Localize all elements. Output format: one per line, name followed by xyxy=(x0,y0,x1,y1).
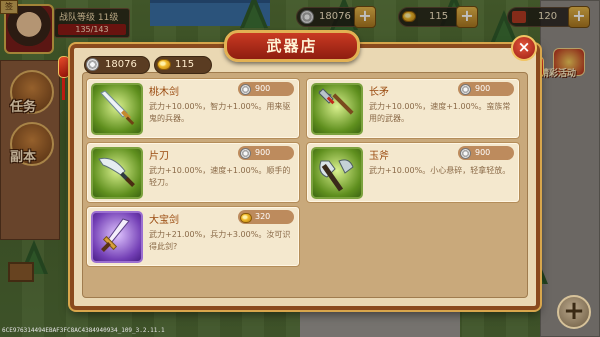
silver-coin-icon xyxy=(460,148,471,159)
gold-ingot-icon xyxy=(157,59,171,70)
silver-coin-icon xyxy=(86,58,99,71)
item-name: 玉斧 xyxy=(369,151,389,162)
jade-axe-icon xyxy=(311,147,363,199)
item-price-value: 900 xyxy=(475,148,491,157)
silver-coin-icon xyxy=(240,84,251,95)
shop-gold-amount: 115 xyxy=(175,59,195,70)
item-description: 武力+10.00%。小心悬碎，轻拿轻放。 xyxy=(369,166,511,175)
great-sword-icon xyxy=(91,211,143,263)
item-description: 武力+10.00%，速度+1.00%。蛮族常用的武器。 xyxy=(369,102,511,123)
wooden-sword-icon xyxy=(91,83,143,135)
item-price-value: 320 xyxy=(255,212,271,221)
silver-coin-icon xyxy=(460,84,471,95)
broadsword-icon xyxy=(91,147,143,199)
shop-silver-amount: 18076 xyxy=(105,59,137,70)
weapon-shop-dialog: 18076 115 桃木剑 900 武力+10.00%，智力+1.00%。用来驱… xyxy=(70,44,540,310)
item-price: 900 xyxy=(238,146,294,160)
silver-coin-icon xyxy=(240,148,251,159)
shop-gold-balance: 115 xyxy=(154,56,212,74)
tassel-left xyxy=(62,78,65,100)
spear-icon xyxy=(311,83,363,135)
item-price: 900 xyxy=(238,82,294,96)
expand-menu-button[interactable]: + xyxy=(557,295,591,329)
item-price: 320 xyxy=(238,210,294,224)
weapon-card-spear[interactable]: 长矛 900 武力+10.00%，速度+1.00%。蛮族常用的武器。 xyxy=(306,78,520,139)
item-description: 武力+10.00%，速度+1.00%。顺手的轻刀。 xyxy=(149,166,291,187)
weapon-card-peachwood-sword[interactable]: 桃木剑 900 武力+10.00%，智力+1.00%。用来驱鬼的兵器。 xyxy=(86,78,300,139)
shop-silver-balance: 18076 xyxy=(84,56,150,74)
weapon-card-broadsword[interactable]: 片刀 900 武力+10.00%，速度+1.00%。顺手的轻刀。 xyxy=(86,142,300,203)
weapon-card-great-sword[interactable]: 大宝剑 320 武力+21.00%，兵力+3.00%。汝可识得此剑? xyxy=(86,206,300,267)
item-name: 片刀 xyxy=(149,151,169,162)
item-price: 900 xyxy=(458,146,514,160)
item-description: 武力+21.00%，兵力+3.00%。汝可识得此剑? xyxy=(149,230,291,251)
lantern-left-icon xyxy=(58,56,70,78)
item-name: 大宝剑 xyxy=(149,215,179,226)
item-price-value: 900 xyxy=(255,148,271,157)
weapon-card-jade-axe[interactable]: 玉斧 900 武力+10.00%。小心悬碎，轻拿轻放。 xyxy=(306,142,520,203)
dialog-title: 武器店 xyxy=(266,37,318,55)
item-name: 桃木剑 xyxy=(149,87,179,98)
item-price-value: 900 xyxy=(255,84,271,93)
gold-ingot-icon xyxy=(240,212,252,223)
item-price-value: 900 xyxy=(475,84,491,93)
close-button[interactable]: × xyxy=(511,35,537,61)
dialog-title-plate: 武器店 xyxy=(224,30,360,62)
item-price: 900 xyxy=(458,82,514,96)
build-id-text: 6CE976314494EBAF3FC8AC4384940934_109_3.2… xyxy=(2,327,165,334)
item-description: 武力+10.00%，智力+1.00%。用来驱鬼的兵器。 xyxy=(149,102,291,123)
item-name: 长矛 xyxy=(369,87,389,98)
